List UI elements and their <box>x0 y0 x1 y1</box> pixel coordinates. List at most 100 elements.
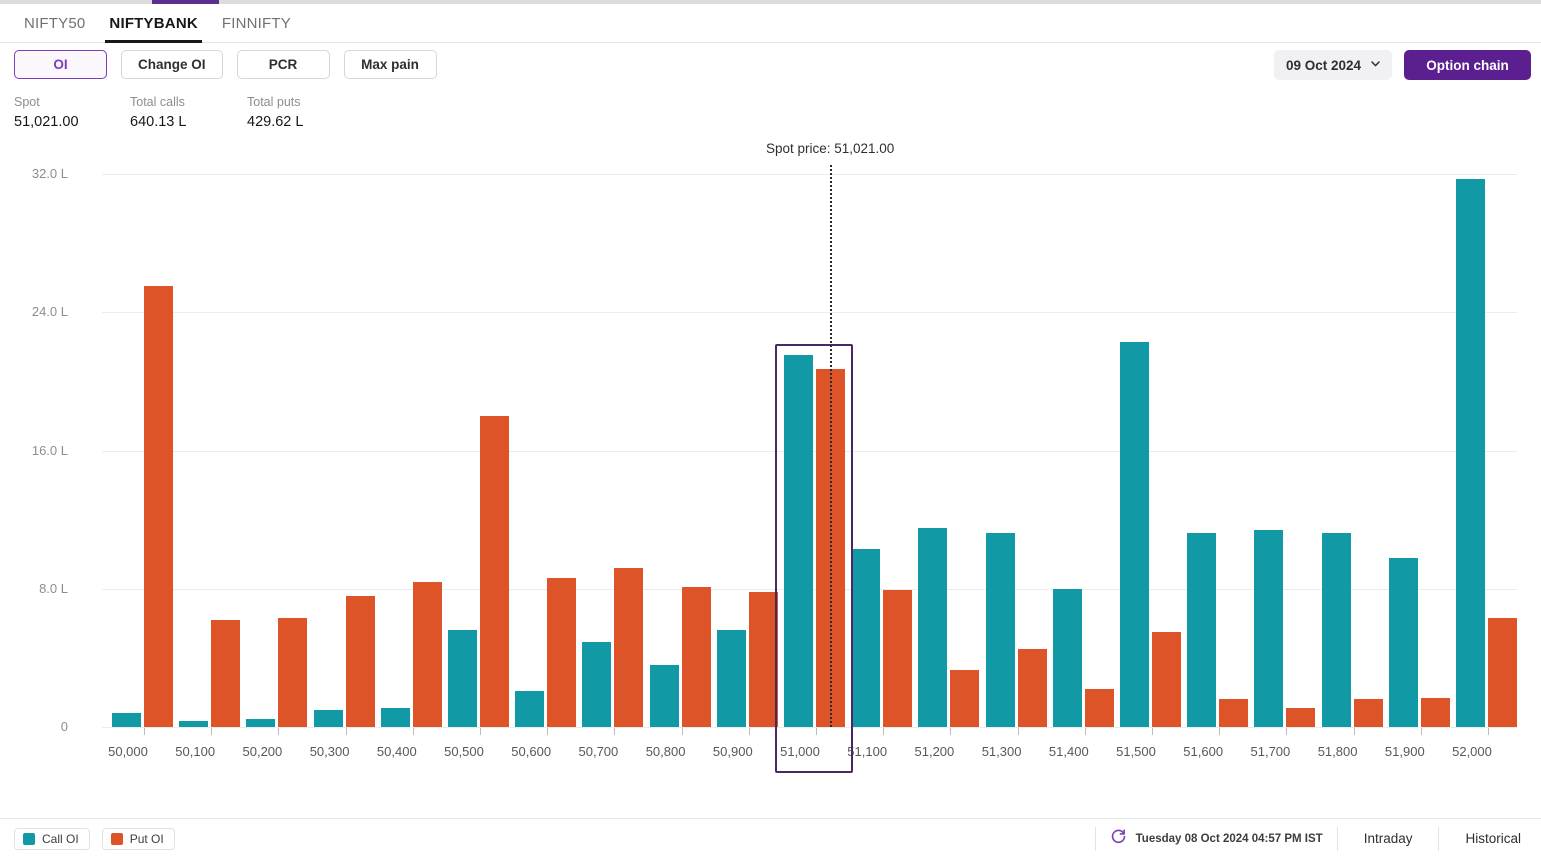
bar-group[interactable]: 50,600 <box>511 174 577 759</box>
x-axis-tick <box>412 728 414 735</box>
bar-group[interactable]: 50,700 <box>579 174 644 759</box>
call-oi-bar[interactable] <box>582 642 612 727</box>
put-oi-bar[interactable] <box>1353 699 1383 727</box>
bar-group[interactable]: 50,800 <box>646 174 711 759</box>
call-oi-bar[interactable] <box>1321 533 1351 727</box>
bar-group[interactable]: 51,100 <box>847 174 913 759</box>
stat-total-puts: Total puts 429.62 L <box>247 94 303 132</box>
x-axis-tick-label: 51,800 <box>1317 744 1358 759</box>
call-oi-bar[interactable] <box>1187 533 1217 727</box>
legend-item-put-oi[interactable]: Put OI <box>101 828 175 850</box>
bar-group[interactable]: 50,400 <box>377 174 442 759</box>
call-oi-bar[interactable] <box>918 528 948 727</box>
bar-group[interactable]: 50,200 <box>243 174 308 759</box>
x-axis-tick-label: 50,600 <box>511 744 552 759</box>
call-oi-bar[interactable] <box>1388 557 1418 727</box>
put-oi-bar[interactable] <box>950 669 980 727</box>
bar-group[interactable]: 51,200 <box>915 174 980 759</box>
bar-group[interactable]: 50,100 <box>175 174 241 759</box>
metric-button-max-pain[interactable]: Max pain <box>343 50 437 79</box>
put-oi-bar[interactable] <box>345 595 375 727</box>
x-axis-tick-label: 51,300 <box>981 744 1022 759</box>
x-axis-tick <box>883 728 885 735</box>
metric-button-pcr[interactable]: PCR <box>236 50 330 79</box>
call-oi-bar[interactable] <box>380 708 410 727</box>
bar-group[interactable]: 51,700 <box>1251 174 1316 759</box>
y-axis-tick-label: 24.0 L <box>31 304 68 320</box>
legend-label: Put OI <box>129 832 164 846</box>
bar-group[interactable]: 51,300 <box>982 174 1047 759</box>
call-oi-bar[interactable] <box>313 709 343 727</box>
call-oi-bar[interactable] <box>1456 179 1485 727</box>
call-oi-bar[interactable] <box>1120 341 1149 727</box>
put-oi-bar[interactable] <box>1152 631 1181 727</box>
x-axis-tick <box>1286 728 1288 735</box>
put-oi-bar[interactable] <box>1219 699 1249 727</box>
bar-group[interactable]: 51,500 <box>1116 174 1181 759</box>
tab-nifty50[interactable]: NIFTY50 <box>12 4 97 43</box>
bar-group[interactable]: 50,900 <box>713 174 778 759</box>
put-oi-bar[interactable] <box>480 415 509 727</box>
metric-button-change-oi[interactable]: Change OI <box>121 50 223 79</box>
put-oi-bar[interactable] <box>1420 697 1450 727</box>
call-oi-bar[interactable] <box>716 630 746 727</box>
x-axis-tick <box>278 728 280 735</box>
metric-toolbar: OI Change OI PCR Max pain <box>14 50 437 79</box>
put-oi-bar[interactable] <box>1017 649 1047 727</box>
put-oi-bar[interactable] <box>883 590 913 727</box>
tab-finnifty[interactable]: FINNIFTY <box>210 4 303 43</box>
footer-link-intraday[interactable]: Intraday <box>1352 831 1425 846</box>
put-oi-bar[interactable] <box>614 568 644 727</box>
put-oi-bar[interactable] <box>681 587 711 727</box>
chart-plot-area: 0 8.0 L 16.0 L 24.0 L 32.0 L 50,000 50,100 50,2… <box>32 141 1517 773</box>
expiry-date-select[interactable]: 09 Oct 2024 <box>1274 50 1392 80</box>
put-oi-bar[interactable] <box>748 592 778 727</box>
tab-niftybank[interactable]: NIFTYBANK <box>97 4 209 43</box>
x-axis-tick <box>614 728 616 735</box>
call-oi-bar[interactable] <box>246 719 276 727</box>
x-axis-tick <box>1017 728 1019 735</box>
call-oi-bar[interactable] <box>112 713 141 727</box>
bar-group[interactable]: 50,000 <box>108 174 173 759</box>
put-oi-bar[interactable] <box>412 581 442 727</box>
bar-group[interactable]: 51,900 <box>1385 174 1450 759</box>
call-oi-bar[interactable] <box>1254 530 1284 727</box>
stat-total-calls: Total calls 640.13 L <box>130 94 247 132</box>
bar-group[interactable]: 52,000 <box>1452 174 1517 759</box>
refresh-icon[interactable] <box>1110 828 1127 850</box>
put-oi-bar[interactable] <box>1286 708 1316 727</box>
put-oi-bar[interactable] <box>547 578 577 727</box>
x-axis-tick-label: 50,500 <box>444 744 484 759</box>
put-oi-bar[interactable] <box>278 618 308 727</box>
put-oi-bar[interactable] <box>211 619 241 727</box>
x-axis-tick <box>950 728 952 735</box>
call-oi-bar[interactable] <box>649 664 679 727</box>
x-axis-tick-label: 50,300 <box>309 744 350 759</box>
call-oi-bar[interactable] <box>448 630 477 727</box>
x-axis-tick <box>480 728 481 735</box>
x-axis-tick <box>1420 728 1422 735</box>
bar-group[interactable]: 51,600 <box>1183 174 1249 759</box>
put-oi-bar[interactable] <box>144 286 173 727</box>
bar-group[interactable]: 51,800 <box>1318 174 1383 759</box>
bar-group[interactable]: 50,500 <box>444 174 509 759</box>
bar-group[interactable]: 50,300 <box>310 174 375 759</box>
y-axis-tick-label: 8.0 L <box>39 580 68 596</box>
x-axis-tick <box>144 728 145 735</box>
put-oi-bar[interactable] <box>1488 618 1517 727</box>
x-axis-tick <box>211 728 213 735</box>
call-oi-bar[interactable] <box>1052 588 1082 727</box>
option-chain-button[interactable]: Option chain <box>1404 50 1531 80</box>
put-oi-bar[interactable] <box>1084 688 1114 727</box>
call-oi-bar[interactable] <box>851 549 881 727</box>
call-oi-bar[interactable] <box>985 533 1015 727</box>
legend-item-call-oi[interactable]: Call OI <box>14 828 90 850</box>
call-oi-bar[interactable] <box>515 690 545 727</box>
bar-group[interactable]: 51,400 <box>1049 174 1114 759</box>
footer-link-historical[interactable]: Historical <box>1453 831 1533 846</box>
x-axis-tick-label: 50,700 <box>578 744 619 759</box>
option-chain-button-label: Option chain <box>1426 57 1509 73</box>
metric-button-oi[interactable]: OI <box>14 50 107 79</box>
y-axis-tick-label: 16.0 L <box>31 442 68 458</box>
stat-value: 51,021.00 <box>14 114 79 130</box>
